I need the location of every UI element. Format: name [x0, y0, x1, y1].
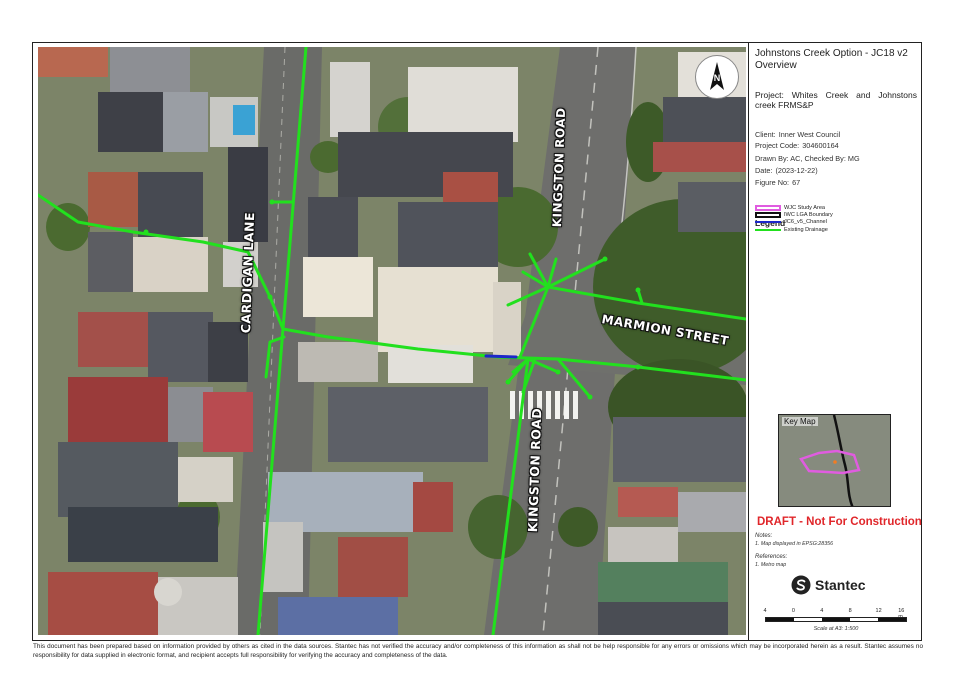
map-title: Johnstons Creek Option - JC18 v2 Overvie…: [755, 48, 908, 71]
scale-tick: 0: [791, 608, 795, 614]
legend-label: Existing Drainage: [784, 226, 828, 233]
scale-ticks: 4 0 4 8 12 16 m: [763, 608, 907, 620]
stantec-logo-text: Stantec: [815, 577, 866, 593]
scale-tick: 8: [848, 608, 852, 614]
legend-label: WJC Study Area: [784, 204, 826, 211]
date-label: Date:: [755, 166, 773, 175]
key-map-title: Key Map: [782, 417, 818, 426]
north-arrow-letter: N: [714, 73, 721, 83]
date-value: (2023-12-22): [775, 166, 818, 175]
client-line: Client: Inner West Council: [755, 130, 840, 139]
drawn-by-line: Drawn By: AC, Checked By: MG: [755, 154, 860, 163]
north-arrow: N: [695, 55, 739, 99]
legend-label: IWC LGA Boundary: [784, 212, 833, 219]
draft-stamp: DRAFT - Not For Construction: [757, 516, 922, 528]
legend-item-lga-boundary: IWC LGA Boundary: [755, 211, 915, 219]
figure-value: 67: [792, 178, 801, 187]
project-code-value: 304600164: [802, 141, 839, 150]
project-code-line: Project Code: 304600164: [755, 141, 839, 150]
references-heading: References:: [755, 554, 788, 560]
scale-tick: 12: [875, 608, 882, 614]
legend-item-existing-drainage: Existing Drainage: [755, 226, 915, 233]
stantec-logo-icon: [791, 575, 811, 595]
key-map[interactable]: Key Map: [778, 414, 891, 507]
project-code-label: Project Code:: [755, 141, 800, 150]
north-arrow-icon: N: [710, 62, 724, 90]
legend: WJC Study Area IWC LGA Boundary JC6_v5_C…: [755, 204, 915, 234]
project-label: Project:: [755, 90, 784, 100]
stantec-logo: Stantec: [791, 575, 866, 595]
legend-item-channel: JC6_v5_Channel: [755, 219, 915, 226]
scale-bar: 4 0 4 8 12 16 m Scale at A3: 1:500: [763, 608, 907, 632]
notes-text: 1. Map displayed in EPSG:28356: [755, 541, 834, 547]
scale-bar-graphic: [765, 617, 907, 622]
client-value: Inner West Council: [778, 130, 841, 139]
notes-heading: Notes:: [755, 533, 773, 539]
references-text: 1. Metro map: [755, 562, 787, 568]
figure-line: Figure No: 67: [755, 178, 800, 187]
key-map-imagery: [779, 415, 890, 506]
scale-text: Scale at A3: 1:500: [813, 626, 859, 632]
existing-drainage-symbol: [755, 228, 781, 231]
aerial-map[interactable]: CARDIGAN LANE KINGSTON ROAD KINGSTON ROA…: [38, 47, 746, 635]
scale-tick: 4: [820, 608, 824, 614]
channel-symbol: [755, 221, 781, 224]
disclaimer-text: This document has been prepared based on…: [33, 643, 923, 659]
aerial-imagery: [38, 47, 746, 635]
scale-tick: 4: [763, 608, 767, 614]
legend-item-study-area: WJC Study Area: [755, 204, 915, 211]
date-line: Date: (2023-12-22): [755, 166, 818, 175]
study-area-symbol: [755, 204, 781, 211]
legend-label: JC6_v5_Channel: [784, 219, 827, 226]
figure-label: Figure No:: [755, 178, 790, 187]
client-label: Client:: [755, 130, 776, 139]
lga-boundary-symbol: [755, 212, 781, 219]
project-info: Project: Whites Creek and Johnstons cree…: [755, 90, 917, 110]
title-block: Johnstons Creek Option - JC18 v2 Overvie…: [748, 42, 922, 641]
